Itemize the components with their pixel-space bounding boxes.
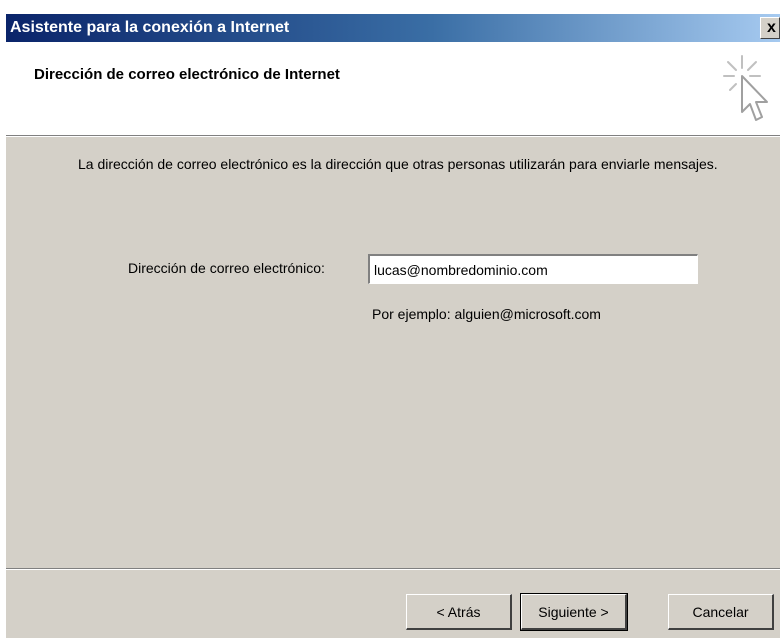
wizard-header: Dirección de correo electrónico de Inter… [6, 42, 780, 137]
example-text: Por ejemplo: alguien@microsoft.com [372, 306, 601, 322]
back-button[interactable]: < Atrás [406, 594, 512, 630]
wizard-window: Asistente para la conexión a Internet x … [6, 14, 780, 638]
cancel-button[interactable]: Cancelar [668, 594, 774, 630]
button-separator [6, 568, 780, 570]
page-title: Dirección de correo electrónico de Inter… [34, 66, 340, 83]
email-input[interactable] [367, 253, 699, 285]
email-label: Dirección de correo electrónico: [128, 260, 325, 276]
next-button[interactable]: Siguiente > [520, 593, 628, 631]
wizard-cursor-icon [723, 55, 768, 121]
title-bar: Asistente para la conexión a Internet x [6, 14, 780, 42]
window-title: Asistente para la conexión a Internet [10, 19, 290, 36]
close-button[interactable]: x [760, 17, 780, 39]
description-text: La dirección de correo electrónico es la… [78, 156, 718, 172]
